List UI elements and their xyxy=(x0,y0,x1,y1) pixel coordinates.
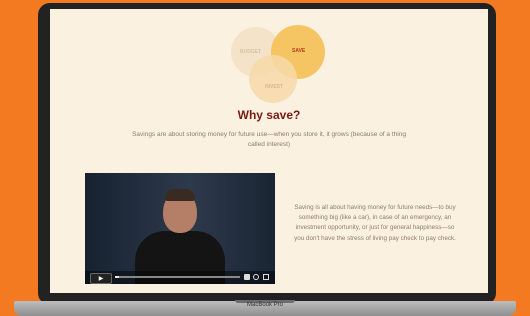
invest-circle xyxy=(249,55,297,103)
presenter-hair xyxy=(165,189,195,201)
save-label: SAVE xyxy=(292,48,306,54)
budget-label: BUDGET xyxy=(240,49,262,55)
web-page: BUDGET SAVE INVEST Why save? Savings are… xyxy=(50,9,488,293)
play-icon[interactable]: ▶ xyxy=(90,273,112,284)
video-progress-fill xyxy=(115,276,119,278)
settings-icon[interactable] xyxy=(253,274,259,280)
invest-label: INVEST xyxy=(265,84,284,90)
device-label: MacBook Pro xyxy=(246,302,283,308)
video-controls: ▶ xyxy=(85,271,275,284)
venn-diagram: BUDGET SAVE INVEST xyxy=(231,21,341,103)
video-progress-bar[interactable] xyxy=(115,276,240,278)
intro-text: Savings are about storing money for futu… xyxy=(132,131,406,148)
page-heading: Why save? xyxy=(237,108,301,122)
fullscreen-icon[interactable] xyxy=(263,274,269,280)
video-player[interactable]: ▶ xyxy=(85,173,275,284)
saving-description: Saving is all about having money for fut… xyxy=(294,204,456,242)
volume-icon[interactable] xyxy=(244,274,250,280)
